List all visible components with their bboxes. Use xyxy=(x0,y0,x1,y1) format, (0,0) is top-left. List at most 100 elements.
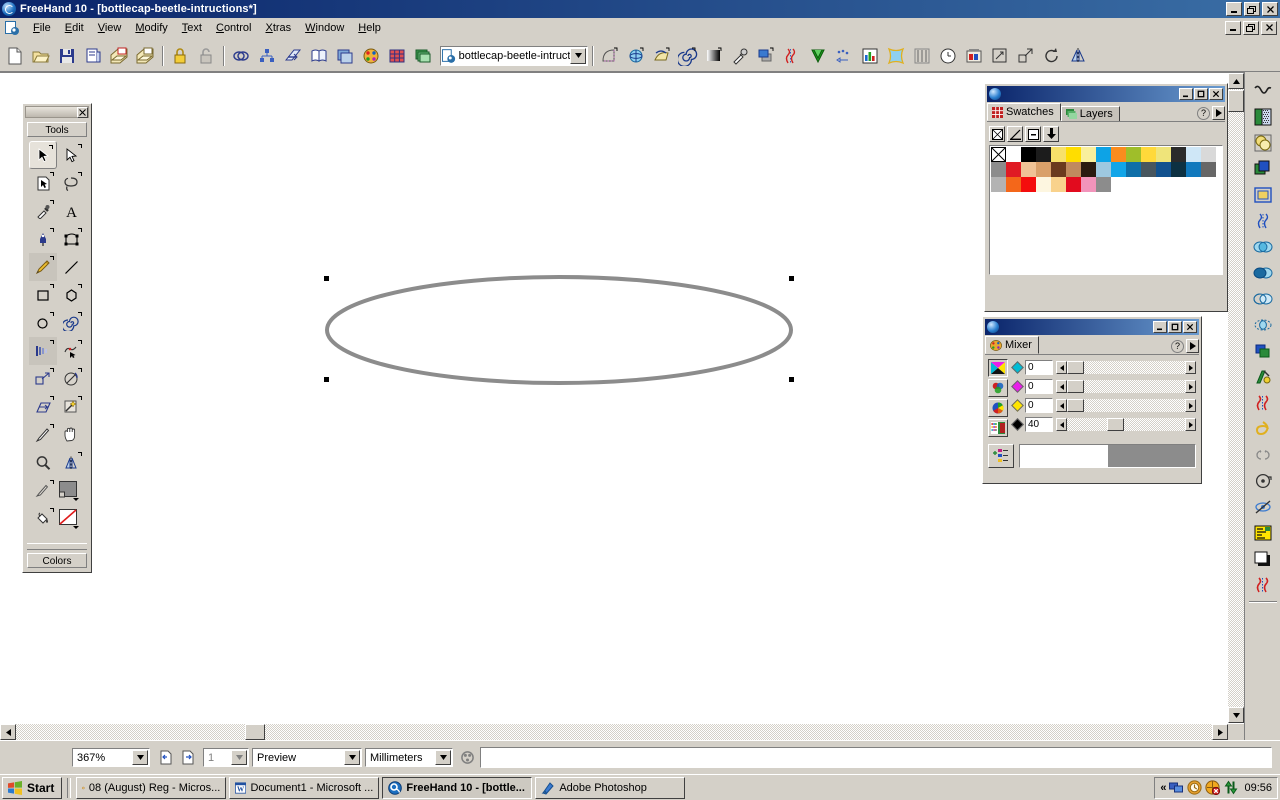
rgb-mode-button[interactable] xyxy=(988,379,1008,397)
blend-tool[interactable] xyxy=(29,337,57,365)
save-document-icon[interactable] xyxy=(54,43,80,69)
minimize-button[interactable] xyxy=(1226,2,1242,16)
stroke-color-well[interactable] xyxy=(57,505,85,533)
eyedropper-tool[interactable] xyxy=(29,197,57,225)
start-button[interactable]: Start xyxy=(2,776,63,799)
swatches-color-list[interactable] xyxy=(989,145,1223,275)
swatch-none[interactable] xyxy=(991,147,1006,162)
duplicate-icon[interactable] xyxy=(332,43,358,69)
path-icon[interactable] xyxy=(1250,78,1276,104)
swatch-5[interactable] xyxy=(1066,147,1081,162)
units-combo-arrow[interactable] xyxy=(435,750,451,765)
black-slider-right-arrow[interactable] xyxy=(1185,418,1196,431)
unlock-icon[interactable] xyxy=(193,43,219,69)
sketch-icon[interactable] xyxy=(1250,390,1276,416)
envelope-icon[interactable] xyxy=(883,43,909,69)
menu-modify[interactable]: Modify xyxy=(128,20,174,36)
swatch-4[interactable] xyxy=(1051,147,1066,162)
new-document-icon[interactable] xyxy=(2,43,28,69)
knife-tool[interactable] xyxy=(29,421,57,449)
swatch-7[interactable] xyxy=(1096,147,1111,162)
swatches-close-button[interactable] xyxy=(1209,88,1223,100)
tab-layers[interactable]: Layers xyxy=(1060,106,1120,121)
scale-icon[interactable] xyxy=(987,43,1013,69)
rotate-icon[interactable] xyxy=(1039,43,1065,69)
trace-icon[interactable] xyxy=(831,43,857,69)
menu-text[interactable]: Text xyxy=(175,20,209,36)
cyan-slider-track[interactable] xyxy=(1067,361,1185,374)
swatch-6[interactable] xyxy=(1081,147,1096,162)
taskbar-item-word[interactable]: W Document1 - Microsoft ... xyxy=(229,776,380,799)
trace-tool[interactable] xyxy=(29,477,57,505)
horizontal-scrollbar[interactable] xyxy=(0,724,1228,740)
prev-page-icon[interactable] xyxy=(155,748,174,767)
hand-tool[interactable] xyxy=(57,421,85,449)
swatch-37[interactable] xyxy=(1096,177,1111,192)
mixer-minimize-button[interactable] xyxy=(1153,321,1167,333)
horizontal-scroll-thumb[interactable] xyxy=(245,724,265,740)
skew-tool[interactable] xyxy=(29,393,57,421)
magenta-value-input[interactable]: 0 xyxy=(1025,379,1053,394)
intersect-icon[interactable] xyxy=(1250,234,1276,260)
swatch-17[interactable] xyxy=(1021,162,1036,177)
import-icon[interactable] xyxy=(106,43,132,69)
shadow-icon[interactable] xyxy=(753,43,779,69)
apply-button[interactable] xyxy=(1043,126,1059,142)
mixer-color-preview[interactable] xyxy=(1019,444,1196,468)
menu-view[interactable]: View xyxy=(91,20,129,36)
emboss-icon[interactable] xyxy=(1250,338,1276,364)
page-combo-arrow[interactable] xyxy=(231,750,247,765)
punch-icon[interactable] xyxy=(1250,260,1276,286)
outlook-tray-icon[interactable] xyxy=(1187,780,1203,795)
swatch-33[interactable] xyxy=(1036,177,1051,192)
cyan-slider-right-arrow[interactable] xyxy=(1185,361,1196,374)
eyedropper-icon[interactable] xyxy=(727,43,753,69)
swatch-36[interactable] xyxy=(1081,177,1096,192)
swatch-23[interactable] xyxy=(1111,162,1126,177)
bezigon-tool[interactable] xyxy=(57,225,85,253)
yellow-slider-track[interactable] xyxy=(1067,399,1185,412)
magenta-slider-track[interactable] xyxy=(1067,380,1185,393)
swatch-10[interactable] xyxy=(1141,147,1156,162)
mixer-icon[interactable] xyxy=(358,43,384,69)
zoom-combo[interactable]: 367% xyxy=(72,748,150,767)
shadow-xtra-icon[interactable] xyxy=(1250,546,1276,572)
scroll-down-button[interactable] xyxy=(1228,707,1244,723)
magenta-slider-right-arrow[interactable] xyxy=(1185,380,1196,393)
lasso-tool[interactable] xyxy=(57,169,85,197)
blend-icon[interactable] xyxy=(909,43,935,69)
rotate-tool[interactable] xyxy=(57,365,85,393)
taskbar-item-freehand[interactable]: FreeHand 10 - [bottle... xyxy=(382,776,533,799)
spiral-tool[interactable] xyxy=(57,309,85,337)
swatch-9[interactable] xyxy=(1126,147,1141,162)
menu-file[interactable]: File xyxy=(26,20,58,36)
mirror-icon[interactable] xyxy=(1250,442,1276,468)
zoom-combo-arrow[interactable] xyxy=(132,750,148,765)
gradient-icon[interactable] xyxy=(701,43,727,69)
align-icon[interactable] xyxy=(254,43,280,69)
pencil-tool[interactable] xyxy=(29,253,57,281)
hls-mode-button[interactable] xyxy=(988,399,1008,417)
document-selector-arrow[interactable] xyxy=(570,47,586,64)
pen-tool[interactable] xyxy=(29,225,57,253)
view-mode-combo-arrow[interactable] xyxy=(344,750,360,765)
menu-control[interactable]: Control xyxy=(209,20,258,36)
swatch-15[interactable] xyxy=(991,162,1006,177)
menu-xtras[interactable]: Xtras xyxy=(258,20,298,36)
swatch-35[interactable] xyxy=(1066,177,1081,192)
grid-icon[interactable] xyxy=(384,43,410,69)
subselect-tool[interactable] xyxy=(57,141,85,169)
cmyk-mode-button[interactable] xyxy=(988,359,1008,377)
texture-icon[interactable] xyxy=(1250,104,1276,130)
transparency-icon[interactable] xyxy=(1250,312,1276,338)
chart-icon[interactable] xyxy=(857,43,883,69)
none-fill-button[interactable] xyxy=(989,126,1005,142)
swatch-26[interactable] xyxy=(1156,162,1171,177)
swatch-13[interactable] xyxy=(1186,147,1201,162)
polygon-tool[interactable] xyxy=(57,281,85,309)
help-icon[interactable]: ? xyxy=(1197,106,1210,120)
clock-icon[interactable] xyxy=(935,43,961,69)
document-close-button[interactable] xyxy=(1261,20,1277,35)
yellow-slider-knob[interactable] xyxy=(1067,399,1084,412)
document-restore-button[interactable] xyxy=(1243,20,1259,35)
